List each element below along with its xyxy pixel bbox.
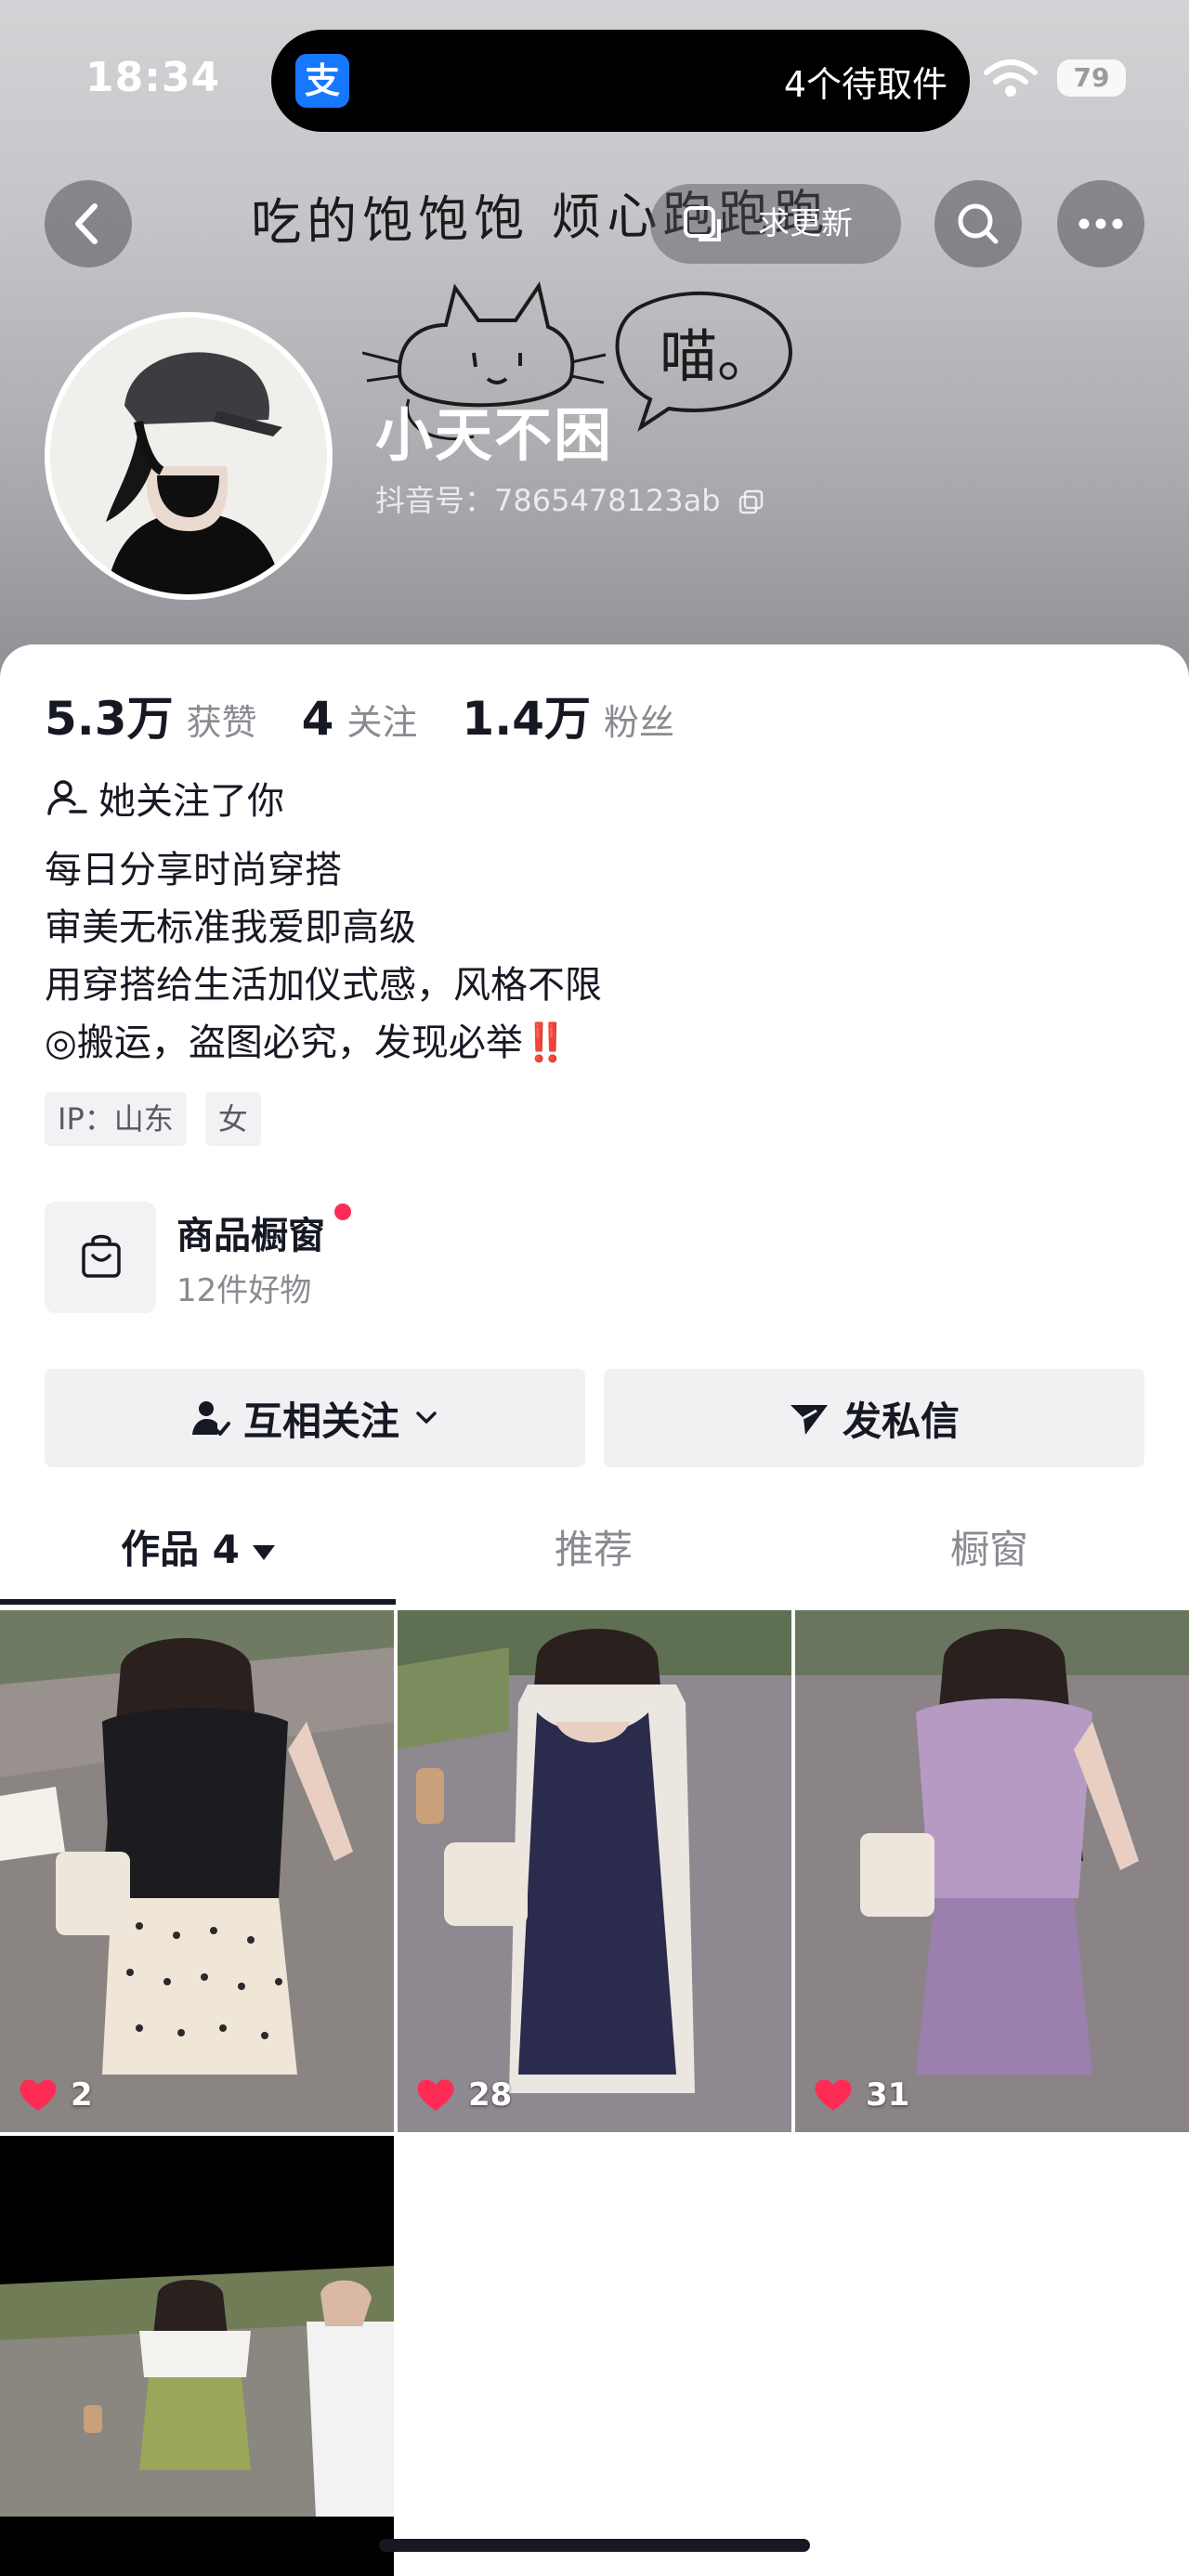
showcase-title: 商品橱窗 xyxy=(176,1215,325,1257)
mutual-follow-icon xyxy=(191,1401,230,1436)
content-tabs: 作品 4 推荐 橱窗 xyxy=(0,1499,1189,1601)
more-options-button[interactable] xyxy=(1057,180,1144,267)
caret-down-icon[interactable] xyxy=(252,1544,275,1560)
profile-username: 小天不困 xyxy=(375,401,614,469)
post-photo-couple xyxy=(0,2136,394,2576)
wifi-icon xyxy=(984,59,1038,97)
battery-indicator: 79 xyxy=(1057,59,1126,97)
profile-stats: 5.3万 获赞 4 关注 1.4万 粉丝 xyxy=(45,682,719,748)
followers-label: 粉丝 xyxy=(603,702,674,743)
avatar-portrait-image xyxy=(50,318,327,594)
shopping-bag-icon xyxy=(45,1202,156,1313)
following-label: 关注 xyxy=(346,702,418,743)
gender-tag: 女 xyxy=(204,1092,261,1146)
home-indicator[interactable] xyxy=(379,2539,810,2552)
back-button[interactable] xyxy=(45,180,132,267)
douyin-id-text: 抖音号：7865478123ab xyxy=(375,483,721,518)
post-likes-count: 28 xyxy=(468,2076,513,2114)
active-tab-indicator xyxy=(0,1599,396,1605)
likes-count[interactable]: 5.3万 xyxy=(45,682,174,748)
post-likes: 31 xyxy=(814,2076,909,2114)
bio-line: 每日分享时尚穿搭 xyxy=(45,849,342,891)
chevron-left-icon xyxy=(75,203,98,244)
more-dots-icon xyxy=(1078,218,1123,229)
post-photo-lilac-set xyxy=(795,1610,1189,2132)
double-exclamation-emoji: ‼️ xyxy=(522,1021,569,1064)
bio-line: 审美无标准我爱即高级 xyxy=(45,906,416,949)
mutual-follow-label: 互相关注 xyxy=(242,1398,399,1444)
heart-icon xyxy=(20,2079,57,2111)
dynamic-island[interactable]: 支 4个待取件 xyxy=(271,30,970,132)
post-photo-black-top xyxy=(0,1610,394,2132)
likes-label: 获赞 xyxy=(186,702,257,743)
update-request-icon xyxy=(684,206,721,241)
mutual-follow-button[interactable]: 互相关注 xyxy=(45,1369,585,1467)
bio-line-text: ◎搬运，盗图必究，发现必举 xyxy=(45,1021,523,1064)
new-item-dot xyxy=(334,1203,351,1220)
douyin-id[interactable]: 抖音号：7865478123ab xyxy=(375,477,765,520)
followers-count[interactable]: 1.4万 xyxy=(462,682,591,748)
tab-showcase[interactable]: 橱窗 xyxy=(791,1499,1187,1601)
post-photo-navy-dress xyxy=(398,1610,791,2132)
follows-you-notice: 她关注了你 xyxy=(45,771,284,825)
person-icon xyxy=(47,780,87,815)
send-message-label: 发私信 xyxy=(842,1398,960,1444)
ip-location-tag: IP：山东 xyxy=(45,1092,187,1146)
chevron-down-icon xyxy=(416,1412,437,1424)
request-update-label: 求更新 xyxy=(758,205,853,242)
profile-card: 5.3万 获赞 4 关注 1.4万 粉丝 她关注了你 每日分享时尚穿搭 审美无标… xyxy=(0,644,1189,2576)
tab-recommended[interactable]: 推荐 xyxy=(396,1499,791,1601)
heart-icon xyxy=(815,2079,852,2111)
post-thumbnail[interactable] xyxy=(0,2136,394,2576)
paper-plane-icon xyxy=(790,1405,828,1435)
post-likes-count: 31 xyxy=(866,2076,910,2114)
showcase-subtitle: 12件好物 xyxy=(176,1272,312,1309)
profile-bio: 每日分享时尚穿搭 审美无标准我爱即高级 用穿搭给生活加仪式感，风格不限 ◎搬运，… xyxy=(45,841,602,1072)
bio-line: 用穿搭给生活加仪式感，风格不限 xyxy=(45,964,602,1007)
status-time: 18:34 xyxy=(85,54,221,101)
request-update-button[interactable]: 求更新 xyxy=(650,184,901,264)
meow-text: 喵。 xyxy=(660,322,775,390)
profile-tags: IP：山东 女 xyxy=(45,1092,280,1146)
tab-works-label: 作品 4 xyxy=(121,1527,240,1572)
heart-icon xyxy=(417,2079,454,2111)
following-count[interactable]: 4 xyxy=(302,692,334,746)
island-notification-text: 4个待取件 xyxy=(783,64,947,105)
post-likes-count: 2 xyxy=(71,2076,93,2114)
search-icon xyxy=(958,203,999,244)
product-showcase-entry[interactable]: 商品橱窗 12件好物 xyxy=(45,1202,602,1313)
post-likes: 28 xyxy=(416,2076,512,2114)
send-message-button[interactable]: 发私信 xyxy=(604,1369,1144,1467)
bio-line: ◎搬运，盗图必究，发现必举‼️ xyxy=(45,1014,602,1072)
tab-works[interactable]: 作品 4 xyxy=(0,1499,396,1601)
post-thumbnail[interactable]: 2 xyxy=(0,1610,394,2132)
alipay-icon: 支 xyxy=(295,54,349,108)
search-button[interactable] xyxy=(934,180,1022,267)
post-likes: 2 xyxy=(19,2076,93,2114)
follows-you-text: 她关注了你 xyxy=(98,780,284,823)
avatar[interactable] xyxy=(45,312,333,600)
copy-icon[interactable] xyxy=(738,488,765,516)
post-thumbnail[interactable]: 28 xyxy=(398,1610,791,2132)
post-thumbnail[interactable]: 31 xyxy=(795,1610,1189,2132)
